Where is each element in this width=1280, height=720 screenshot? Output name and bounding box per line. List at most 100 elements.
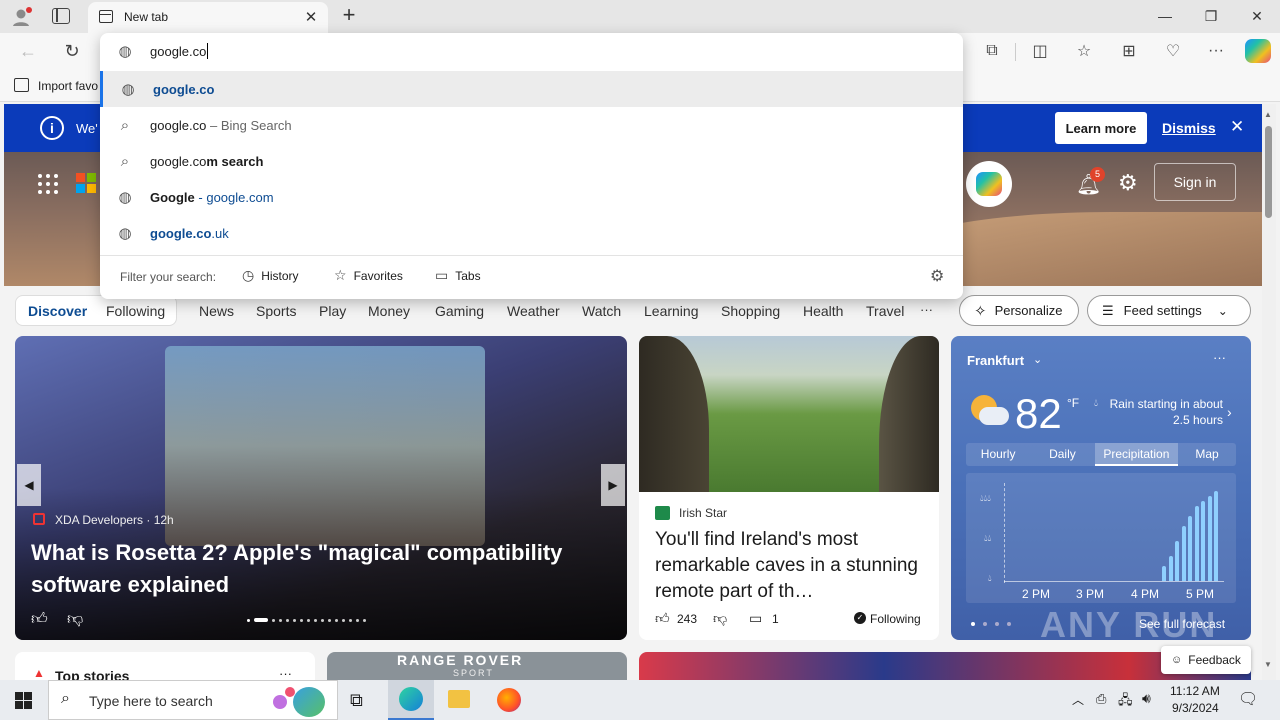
side-dislike-icon[interactable]: 👎︎ [713,610,727,627]
side-like-icon[interactable]: 👍︎ [655,610,670,627]
split-screen-icon[interactable]: ◫ [1025,36,1055,66]
new-tab-plus-icon[interactable]: + [338,4,360,28]
weather-tab-daily[interactable]: Daily [1030,443,1094,466]
search-icon: ⌕ [120,152,130,170]
taskbar-time[interactable]: 11:12 AM [1170,684,1220,698]
top-stories-more-icon[interactable]: ··· [279,666,292,681]
weather-next-icon[interactable]: › [1227,404,1232,420]
suggestion-item[interactable]: ◍ google.co.uk [100,215,963,251]
filter-favorites-button[interactable]: ☆ Favorites [334,267,403,284]
filter-history-button[interactable]: ◷ History [242,267,299,284]
nav-item-news[interactable]: News [199,303,234,319]
nav-more-icon[interactable]: ··· [920,302,933,317]
carousel-prev-button[interactable]: ◀ [17,464,41,506]
tab-close-icon[interactable]: ✕ [302,8,320,26]
suggestion-item[interactable]: ◍ google.co [100,71,963,107]
dismiss-link[interactable]: Dismiss [1162,120,1216,136]
copilot-hero-icon[interactable] [966,161,1012,207]
weather-more-icon[interactable]: ··· [1213,350,1226,365]
minimize-icon[interactable]: — [1142,0,1188,32]
address-input[interactable]: google.co [150,44,206,59]
firefox-icon[interactable] [497,688,521,712]
notification-center-icon[interactable]: 🗨︎ [1238,689,1258,709]
filter-tabs-button[interactable]: ▭ Tabs [435,267,481,284]
task-view-icon[interactable]: ⧉ [350,690,363,711]
learn-more-button[interactable]: Learn more [1055,112,1147,144]
address-input-row[interactable]: ◍ google.co [100,33,963,69]
nav-item-weather[interactable]: Weather [507,303,560,319]
more-menu-icon[interactable]: ··· [1201,36,1231,66]
file-explorer-icon[interactable] [448,690,470,708]
settings-gear-icon[interactable]: ⚙ [1118,170,1138,196]
import-favorites-link[interactable]: Import favo [38,79,98,93]
copilot-icon[interactable] [1245,39,1271,63]
side-comment-icon[interactable]: ▭ [749,610,762,627]
rain-drop-icon: 💧︎ [1094,398,1098,409]
refresh-icon[interactable]: ↻ [57,36,87,66]
banner-close-icon[interactable]: ✕ [1230,117,1244,137]
nav-item-shopping[interactable]: Shopping [721,303,780,319]
side-news-card[interactable]: Irish Star You'll find Ireland's most re… [639,336,939,640]
heavy-rain-icon: 💧︎💧︎💧︎ [980,493,991,503]
main-card-title[interactable]: What is Rosetta 2? Apple's "magical" com… [31,537,611,601]
suggestion-item[interactable]: ⌕ google.com search [100,143,963,179]
tab-title: New tab [124,10,169,24]
weather-tab-map[interactable]: Map [1178,443,1236,466]
tray-network-icon[interactable]: 🖧︎ [1118,691,1133,713]
tab-new-tab[interactable]: New tab ✕ [88,2,328,33]
close-icon[interactable]: ✕ [1234,0,1280,32]
dislike-icon[interactable]: 👎︎ [67,610,83,629]
profile-icon[interactable] [10,7,32,27]
suggestion-item[interactable]: ◍ Google - google.com [100,179,963,215]
personalize-button[interactable]: ✧ Personalize [959,295,1079,326]
suggestion-item[interactable]: ⌕ google.co – Bing Search [100,107,963,143]
city-chevron-icon[interactable]: ⌄ [1033,353,1042,366]
weather-unit[interactable]: °F [1067,396,1079,410]
start-windows-icon[interactable] [15,692,32,709]
page-scrollbar[interactable]: ▲ ▼ [1262,104,1276,680]
favorites-star-icon[interactable]: ☆ [1069,36,1099,66]
extensions-icon[interactable]: ⧉ [977,36,1007,66]
filter-favorites-label: Favorites [353,268,403,283]
collections-icon[interactable]: ⊞ [1114,36,1144,66]
carousel-next-button[interactable]: ▶ [601,464,625,506]
taskbar-date[interactable]: 9/3/2024 [1172,701,1219,715]
scrollbar-thumb[interactable] [1265,126,1272,218]
tab-following[interactable]: Following [106,303,165,319]
feed-settings-button[interactable]: ☰ Feed settings ⌄ [1087,295,1251,326]
feedback-button[interactable]: ☺ Feedback [1161,646,1251,674]
browser-essentials-icon[interactable]: ♡ [1158,36,1188,66]
weather-tab-precipitation[interactable]: Precipitation [1094,443,1179,466]
apps-launcher-icon[interactable] [38,174,58,194]
tray-volume-icon[interactable]: 🔊︎ [1142,690,1151,707]
nav-item-health[interactable]: Health [803,303,843,319]
side-following-label[interactable]: Following [870,612,921,626]
weather-rain-message: Rain starting in about 2.5 hours [1109,397,1223,427]
weather-tab-hourly[interactable]: Hourly [966,443,1030,466]
side-card-title[interactable]: You'll find Ireland's most remarkable ca… [655,527,925,605]
weather-city[interactable]: Frankfurt [967,353,1024,368]
tab-discover[interactable]: Discover [28,303,87,319]
tray-chevron-icon[interactable]: ︿ [1072,691,1084,708]
sign-in-button[interactable]: Sign in [1154,163,1236,201]
nav-item-play[interactable]: Play [319,303,346,319]
edge-taskbar-icon[interactable] [388,680,434,720]
following-check-icon: ✓ [854,612,866,624]
dropdown-settings-icon[interactable]: ⚙ [930,266,944,286]
tab-actions-icon[interactable] [52,8,70,24]
nav-item-watch[interactable]: Watch [582,303,621,319]
nav-item-learning[interactable]: Learning [644,303,699,319]
nav-item-travel[interactable]: Travel [866,303,904,319]
like-icon[interactable]: 👍︎ [31,610,48,629]
taskbar-search-box[interactable]: ⌕ Type here to search [48,680,338,720]
nav-item-sports[interactable]: Sports [256,303,296,319]
import-favorites-icon [14,78,29,92]
precipitation-bar [1207,496,1212,581]
nav-item-money[interactable]: Money [368,303,410,319]
weather-card[interactable]: Frankfurt ⌄ ··· 82 °F 💧︎ Rain starting i… [951,336,1251,640]
main-news-card[interactable]: ◀ ▶ XDA Developers · 12h What is Rosetta… [15,336,627,640]
nav-item-gaming[interactable]: Gaming [435,303,484,319]
restore-icon[interactable]: ❐ [1188,0,1234,32]
tray-device-icon[interactable]: ⎙ [1096,691,1106,707]
back-icon[interactable]: ← [13,36,43,66]
